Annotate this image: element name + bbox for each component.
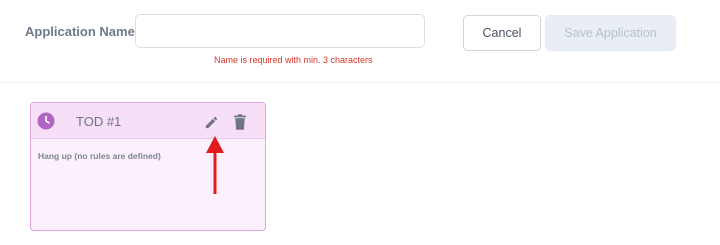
- header-divider: [0, 82, 720, 83]
- annotation-arrow-icon: [206, 136, 224, 194]
- rule-card-title: TOD #1: [76, 114, 122, 129]
- trash-icon[interactable]: [234, 114, 246, 130]
- cancel-button[interactable]: Cancel: [463, 15, 541, 51]
- pencil-icon[interactable]: [204, 115, 219, 130]
- rule-card-header: TOD #1: [31, 103, 265, 139]
- application-name-input[interactable]: [135, 14, 425, 48]
- clock-icon: [37, 112, 55, 130]
- save-application-button[interactable]: Save Application: [545, 15, 676, 51]
- rule-card[interactable]: TOD #1 Hang up (no rules are defined): [30, 102, 266, 231]
- name-error-message: Name is required with min. 3 characters: [214, 55, 373, 65]
- rule-card-description: Hang up (no rules are defined): [38, 151, 161, 161]
- application-name-label: Application Name:: [25, 24, 140, 39]
